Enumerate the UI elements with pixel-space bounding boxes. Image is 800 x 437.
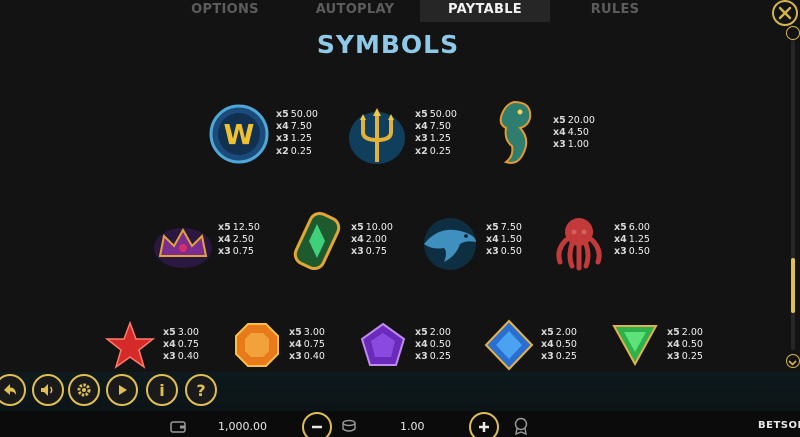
tab-rules[interactable]: RULES [550, 0, 680, 22]
blue-diamond-gem-icon [483, 318, 535, 372]
pay-list: x5 10.00 x4 2.00 x3 0.75 [351, 222, 393, 258]
win-medal-icon [514, 417, 528, 435]
decrease-bet-button[interactable] [302, 412, 332, 437]
tab-autoplay[interactable]: AUTOPLAY [290, 0, 420, 22]
help-button[interactable]: ? [185, 374, 217, 406]
increase-bet-button[interactable] [469, 412, 499, 437]
pay-list: x5 50.00 x4 7.50 x3 1.25 x2 0.25 [276, 109, 318, 157]
close-icon [778, 6, 792, 20]
green-triangle-gem-icon [610, 320, 660, 368]
gear-icon [77, 383, 91, 397]
dolphin-icon [418, 210, 482, 272]
red-star-gem-icon [104, 320, 156, 372]
pay-list: x5 3.00 x4 0.75 x3 0.40 [163, 327, 199, 363]
bet-value: 1.00 [400, 420, 425, 433]
wallet-icon [170, 421, 186, 433]
plus-icon [479, 422, 489, 432]
speaker-icon [41, 384, 53, 396]
play-icon [119, 385, 127, 395]
scroll-up-button[interactable] [786, 26, 800, 40]
pay-list: x5 12.50 x4 2.50 x3 0.75 [218, 222, 260, 258]
info-button[interactable]: i [146, 374, 178, 406]
wild-w-icon: W [208, 103, 270, 165]
tab-options[interactable]: OPTIONS [160, 0, 290, 22]
close-button[interactable] [772, 0, 798, 26]
pay-list: x5 2.00 x4 0.50 x3 0.25 [667, 327, 703, 363]
sound-button[interactable] [32, 374, 64, 406]
section-title: SYMBOLS [316, 30, 460, 59]
orange-octagon-gem-icon [232, 320, 282, 370]
pay-list: x5 3.00 x4 0.75 x3 0.40 [289, 327, 325, 363]
tab-paytable[interactable]: PAYTABLE [420, 0, 550, 22]
pay-list: x5 50.00 x4 7.50 x3 1.25 x2 0.25 [415, 109, 457, 157]
tab-bar: OPTIONS AUTOPLAY PAYTABLE RULES [160, 0, 680, 22]
autoplay-button[interactable] [106, 374, 138, 406]
scrollbar-thumb[interactable] [791, 258, 795, 313]
balance-value: 1,000.00 [218, 420, 267, 433]
back-arrow-icon [4, 384, 16, 395]
pay-list: x5 2.00 x4 0.50 x3 0.25 [541, 327, 577, 363]
crown-icon [152, 218, 214, 270]
svg-text:W: W [224, 118, 255, 151]
seahorse-icon [484, 96, 546, 172]
brand-logo: BETSOFT [758, 420, 800, 431]
settings-button[interactable] [68, 374, 100, 406]
chevron-down-icon [788, 360, 797, 366]
scroll-down-button[interactable] [786, 354, 800, 368]
purple-pentagon-gem-icon [358, 320, 408, 370]
octopus-icon [548, 210, 610, 272]
emerald-scroll-icon [288, 208, 346, 274]
pay-list: x5 20.00 x4 4.50 x3 1.00 [553, 115, 595, 151]
pay-list: x5 7.50 x4 1.50 x3 0.50 [486, 222, 522, 258]
coins-icon [342, 419, 356, 432]
minus-icon [312, 425, 322, 429]
pay-list: x5 6.00 x4 1.25 x3 0.50 [614, 222, 650, 258]
pay-list: x5 2.00 x4 0.50 x3 0.25 [415, 327, 451, 363]
trident-icon [345, 100, 409, 168]
